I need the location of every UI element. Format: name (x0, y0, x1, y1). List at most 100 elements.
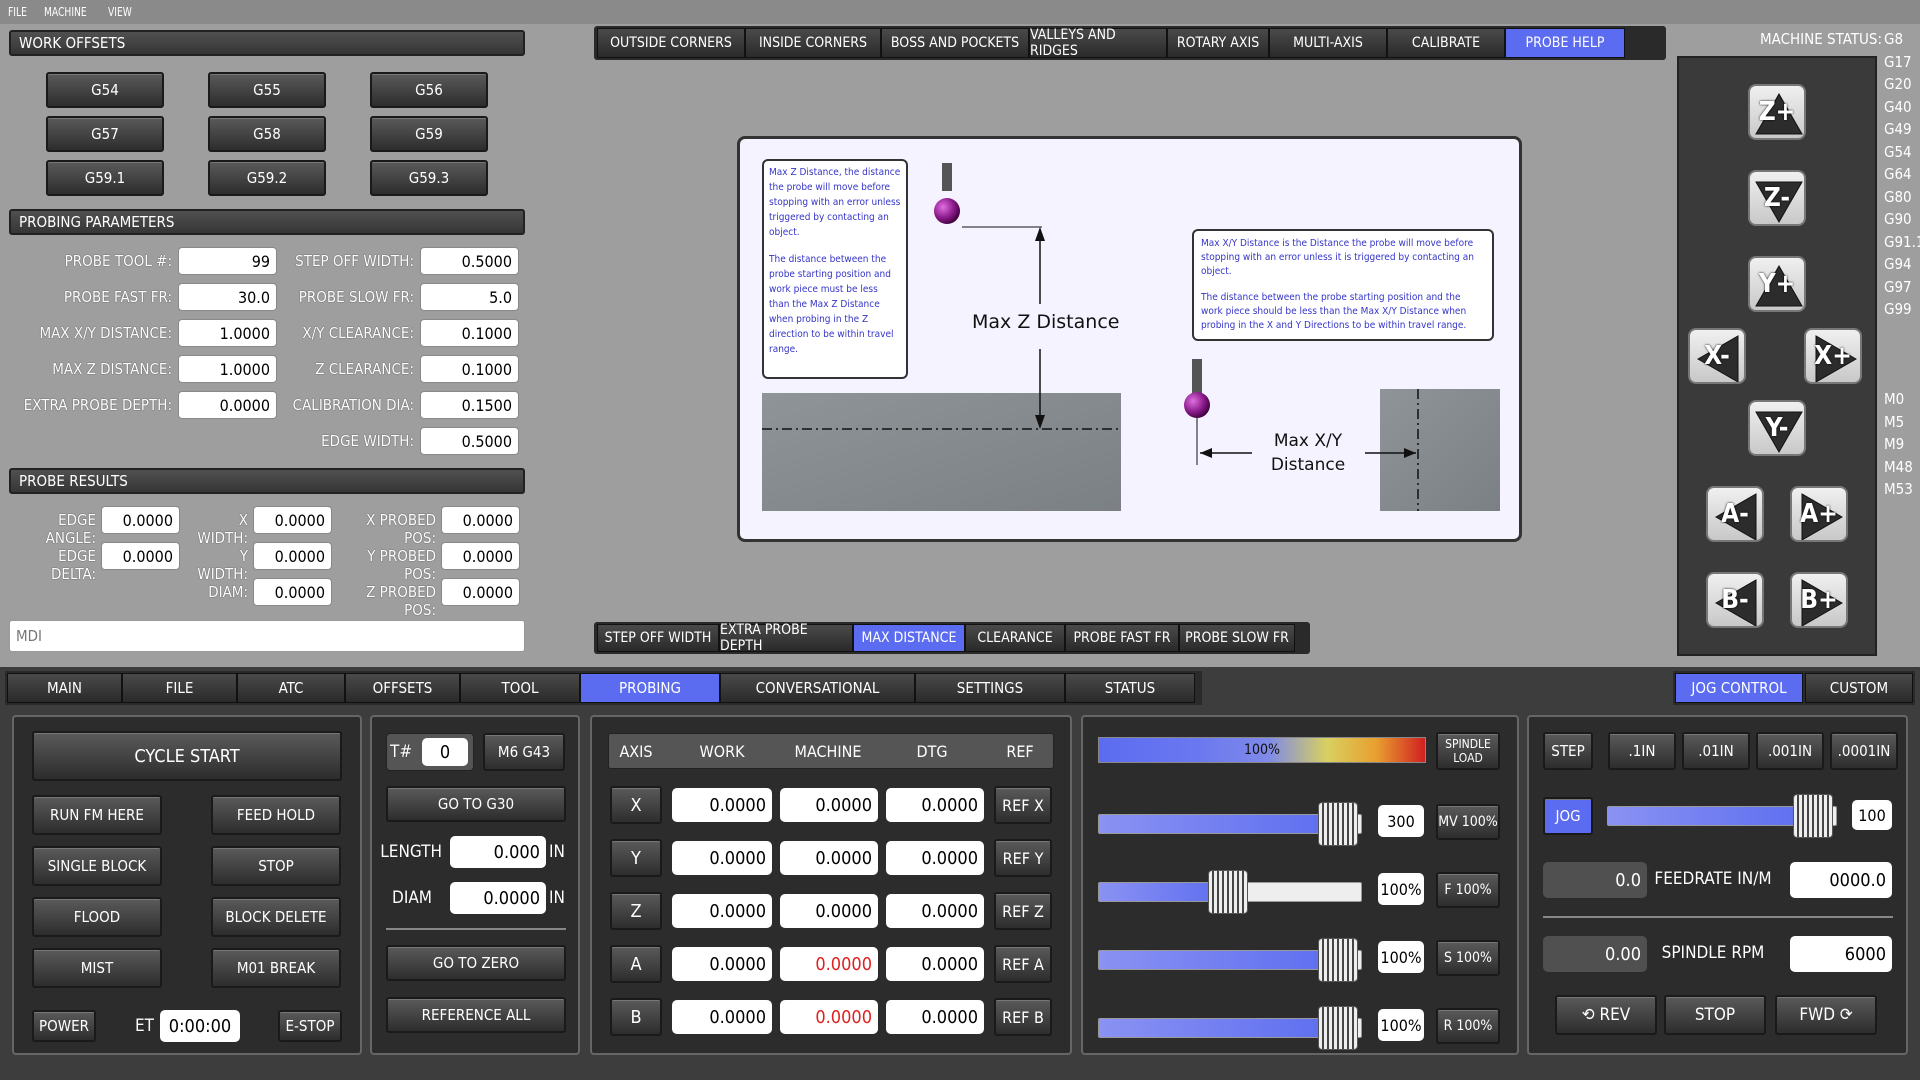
param-value-max-x-y-distance[interactable]: 1.0000 (178, 319, 277, 347)
main-tab-atc[interactable]: ATC (237, 673, 345, 703)
reference-all-button[interactable]: REFERENCE ALL (386, 997, 566, 1033)
jog-increment-1in-button[interactable]: .1IN (1608, 732, 1676, 770)
override-slider-handle[interactable] (1208, 870, 1248, 914)
param-value-probe-fast-fr[interactable]: 30.0 (178, 283, 277, 311)
help-tab-probe-slow-fr[interactable]: PROBE SLOW FR (1179, 624, 1295, 652)
feed-hold-button[interactable]: FEED HOLD (211, 795, 341, 835)
cycle-start-button[interactable]: CYCLE START (32, 731, 342, 781)
dro-axis-x[interactable]: X (610, 786, 662, 824)
jog-b-minus-button[interactable]: B- (1706, 572, 1764, 628)
main-tab-status[interactable]: STATUS (1065, 673, 1195, 703)
dro-axis-a[interactable]: A (610, 945, 662, 983)
help-tab-extra-probe-depth[interactable]: EXTRA PROBE DEPTH (719, 622, 853, 654)
jog-a-minus-button[interactable]: A- (1706, 486, 1764, 542)
tab-multi-axis[interactable]: MULTI-AXIS (1269, 28, 1387, 58)
work-offset-g59-button[interactable]: G59 (370, 116, 488, 152)
go-to-g30-button[interactable]: GO TO G30 (386, 786, 566, 822)
param-value-extra-probe-depth[interactable]: 0.0000 (178, 391, 277, 419)
jog-increment-01in-button[interactable]: .01IN (1682, 732, 1750, 770)
main-tab-offsets[interactable]: OFFSETS (345, 673, 460, 703)
estop-button[interactable]: E-STOP (278, 1010, 342, 1042)
override-reset-f-100-button[interactable]: F 100% (1436, 872, 1500, 908)
dro-axis-b[interactable]: B (610, 998, 662, 1036)
param-value-x-y-clearance[interactable]: 0.1000 (420, 319, 519, 347)
tab-inside-corners[interactable]: INSIDE CORNERS (745, 28, 881, 58)
help-tab-max-distance[interactable]: MAX DISTANCE (853, 624, 965, 652)
override-slider-handle[interactable] (1318, 802, 1358, 846)
block-delete-button[interactable]: BLOCK DELETE (211, 897, 341, 937)
tab-outside-corners[interactable]: OUTSIDE CORNERS (597, 28, 745, 58)
run-fm-here-button[interactable]: RUN FM HERE (32, 795, 162, 835)
tab-valleys-and-ridges[interactable]: VALLEYS AND RIDGES (1029, 27, 1167, 59)
menu-file[interactable]: FILE (8, 5, 27, 19)
main-tab-probing[interactable]: PROBING (580, 673, 720, 703)
work-offset-g59-2-button[interactable]: G59.2 (208, 160, 326, 196)
help-tab-step-off-width[interactable]: STEP OFF WIDTH (597, 624, 719, 652)
work-offset-g54-button[interactable]: G54 (46, 72, 164, 108)
spindle-load-button[interactable]: SPINDLE LOAD (1436, 732, 1500, 770)
tab-probe-help[interactable]: PROBE HELP (1505, 28, 1625, 58)
work-offset-g58-button[interactable]: G58 (208, 116, 326, 152)
param-value-z-clearance[interactable]: 0.1000 (420, 355, 519, 383)
jog-button[interactable]: JOG (1543, 797, 1593, 835)
dro-ref-z-button[interactable]: REF Z (994, 892, 1052, 930)
dro-axis-y[interactable]: Y (610, 839, 662, 877)
work-offset-g59-3-button[interactable]: G59.3 (370, 160, 488, 196)
help-tab-clearance[interactable]: CLEARANCE (965, 624, 1065, 652)
main-tab-main[interactable]: MAIN (7, 673, 122, 703)
jog-increment-0001in-button[interactable]: .0001IN (1830, 732, 1898, 770)
jog-increment-001in-button[interactable]: .001IN (1756, 732, 1824, 770)
right-tab-jog-control[interactable]: JOG CONTROL (1675, 673, 1803, 703)
override-slider-handle[interactable] (1318, 1006, 1358, 1050)
single-block-button[interactable]: SINGLE BLOCK (32, 846, 162, 886)
main-tab-conversational[interactable]: CONVERSATIONAL (720, 673, 915, 703)
override-reset-r-100-button[interactable]: R 100% (1436, 1008, 1500, 1044)
menu-view[interactable]: VIEW (108, 5, 132, 19)
m01-break-button[interactable]: M01 BREAK (211, 948, 341, 988)
jog-a-plus-button[interactable]: A+ (1790, 486, 1848, 542)
work-offset-g57-button[interactable]: G57 (46, 116, 164, 152)
jog-y-plus-button[interactable]: Y+ (1748, 256, 1806, 312)
stop-button[interactable]: STOP (211, 846, 341, 886)
work-offset-g56-button[interactable]: G56 (370, 72, 488, 108)
tab-rotary-axis[interactable]: ROTARY AXIS (1167, 28, 1269, 58)
right-tab-custom[interactable]: CUSTOM (1805, 673, 1913, 703)
dro-ref-x-button[interactable]: REF X (994, 786, 1052, 824)
mdi-input[interactable]: MDI (9, 620, 525, 652)
mist-button[interactable]: MIST (32, 948, 162, 988)
jog-b-plus-button[interactable]: B+ (1790, 572, 1848, 628)
jog-z-minus-button[interactable]: Z- (1748, 170, 1806, 226)
tab-boss-and-pockets[interactable]: BOSS AND POCKETS (881, 28, 1029, 58)
help-tab-probe-fast-fr[interactable]: PROBE FAST FR (1065, 624, 1179, 652)
dro-ref-a-button[interactable]: REF A (994, 945, 1052, 983)
dro-axis-z[interactable]: Z (610, 892, 662, 930)
jog-speed-handle[interactable] (1793, 794, 1833, 838)
m6-g43-button[interactable]: M6 G43 (483, 733, 565, 771)
main-tab-file[interactable]: FILE (122, 673, 237, 703)
tool-number-input[interactable]: 0 (422, 738, 468, 766)
spindle-rev-button[interactable]: ⟲ REV (1555, 995, 1657, 1035)
override-reset-s-100-button[interactable]: S 100% (1436, 940, 1500, 976)
param-value-step-off-width[interactable]: 0.5000 (420, 247, 519, 275)
main-tab-settings[interactable]: SETTINGS (915, 673, 1065, 703)
menu-machine[interactable]: MACHINE (44, 5, 87, 19)
dro-ref-b-button[interactable]: REF B (994, 998, 1052, 1036)
main-tab-tool[interactable]: TOOL (460, 673, 580, 703)
spindle-stop-button[interactable]: STOP (1664, 995, 1766, 1035)
flood-button[interactable]: FLOOD (32, 897, 162, 937)
jog-z-plus-button[interactable]: Z+ (1748, 84, 1806, 140)
step-button[interactable]: STEP (1543, 732, 1593, 770)
go-to-zero-button[interactable]: GO TO ZERO (386, 945, 566, 981)
work-offset-g55-button[interactable]: G55 (208, 72, 326, 108)
param-value-max-z-distance[interactable]: 1.0000 (178, 355, 277, 383)
work-offset-g59-1-button[interactable]: G59.1 (46, 160, 164, 196)
param-value-probe-slow-fr[interactable]: 5.0 (420, 283, 519, 311)
param-value-probe-tool[interactable]: 99 (178, 247, 277, 275)
override-reset-mv-100-button[interactable]: MV 100% (1436, 804, 1500, 840)
spindle-fwd-button[interactable]: FWD ⟳ (1775, 995, 1877, 1035)
jog-x-minus-button[interactable]: X- (1688, 328, 1746, 384)
tab-calibrate[interactable]: CALIBRATE (1387, 28, 1505, 58)
param-value-calibration-dia[interactable]: 0.1500 (420, 391, 519, 419)
power-button[interactable]: POWER (32, 1010, 96, 1042)
override-slider-handle[interactable] (1318, 938, 1358, 982)
